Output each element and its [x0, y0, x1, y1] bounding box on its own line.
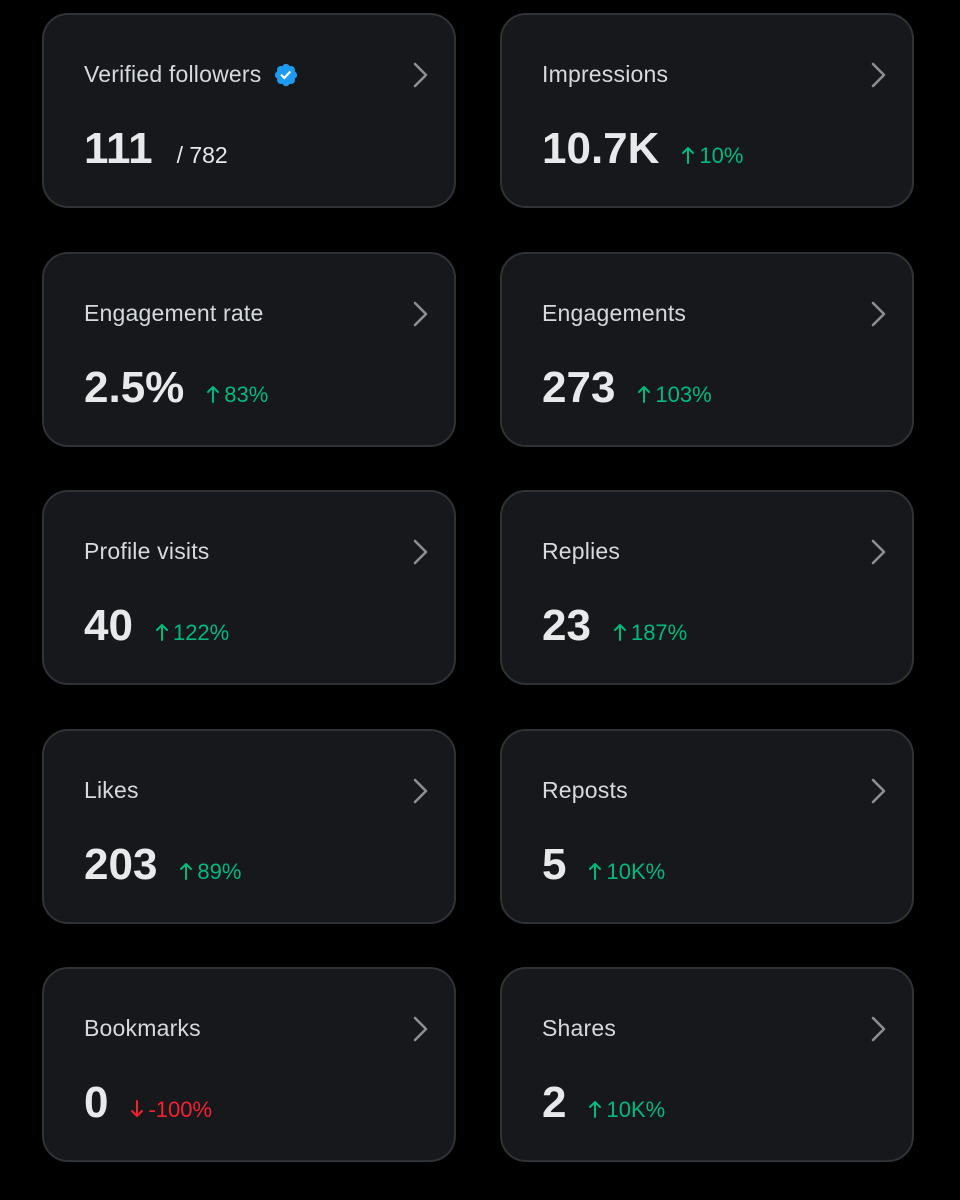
card-title: Likes — [84, 777, 139, 804]
metric-value: 40 — [84, 601, 133, 650]
card-title: Bookmarks — [84, 1015, 201, 1042]
metric-change: 10K% — [588, 1097, 665, 1123]
card-engagements[interactable]: Engagements 273 103% — [500, 252, 914, 447]
metric-change: 103% — [637, 382, 712, 408]
card-label: Engagement rate — [84, 300, 264, 326]
value-row: 10.7K 10% — [542, 127, 743, 171]
card-title: Engagement rate — [84, 300, 263, 327]
analytics-grid: Verified followers 111 / 782 Impressions… — [0, 0, 960, 1200]
arrow-down-icon — [131, 1100, 144, 1117]
card-label: Replies — [542, 538, 621, 564]
arrow-up-icon — [155, 624, 168, 641]
change-percent: 10K% — [606, 859, 666, 884]
card-likes[interactable]: Likes 203 89% — [42, 729, 456, 924]
card-label: Likes — [84, 777, 139, 803]
card-engagement-rate[interactable]: Engagement rate 2.5% 83% — [42, 252, 456, 447]
arrow-up-icon — [589, 863, 602, 880]
value-row: 111 / 782 — [84, 127, 228, 171]
metric-value: 203 — [84, 840, 158, 889]
value-row: 23 187% — [542, 604, 687, 648]
chevron-right-icon[interactable] — [410, 775, 432, 807]
change-percent: 122% — [172, 620, 230, 645]
metric-change: 10K% — [588, 859, 665, 885]
card-label: Reposts — [542, 777, 628, 803]
value-row: 273 103% — [542, 366, 712, 410]
card-label: Impressions — [542, 61, 669, 87]
change-percent: -100% — [148, 1097, 213, 1122]
card-label: Verified followers — [84, 61, 262, 87]
metric-change: 122% — [155, 620, 229, 646]
card-title: Shares — [542, 1015, 616, 1042]
card-label: Engagements — [542, 300, 687, 326]
chevron-right-icon[interactable] — [410, 1013, 432, 1045]
change-percent: 89% — [197, 859, 242, 884]
arrow-up-icon — [180, 863, 193, 880]
metric-change: 83% — [206, 382, 268, 408]
card-title: Profile visits — [84, 538, 210, 565]
change-percent: 83% — [224, 382, 269, 407]
metric-value: 111 — [84, 124, 153, 173]
chevron-right-icon[interactable] — [410, 59, 432, 91]
card-label: Shares — [542, 1015, 617, 1041]
metric-value: 5 — [542, 840, 567, 889]
chevron-right-icon[interactable] — [868, 775, 890, 807]
metric-change: -100% — [130, 1097, 212, 1123]
card-title: Reposts — [542, 777, 628, 804]
card-bookmarks[interactable]: Bookmarks 0 -100% — [42, 967, 456, 1162]
card-label: Profile visits — [84, 538, 210, 564]
chevron-right-icon[interactable] — [410, 298, 432, 330]
value-row: 5 10K% — [542, 843, 665, 887]
card-title: Impressions — [542, 61, 668, 88]
card-title: Replies — [542, 538, 620, 565]
card-shares[interactable]: Shares 2 10K% — [500, 967, 914, 1162]
chevron-right-icon[interactable] — [410, 536, 432, 568]
chevron-right-icon[interactable] — [868, 298, 890, 330]
value-row: 2.5% 83% — [84, 366, 268, 410]
value-row: 40 122% — [84, 604, 229, 648]
card-reposts[interactable]: Reposts 5 10K% — [500, 729, 914, 924]
change-percent: 10% — [699, 143, 744, 168]
chevron-right-icon[interactable] — [868, 59, 890, 91]
value-row: 2 10K% — [542, 1081, 665, 1125]
card-profile-visits[interactable]: Profile visits 40 122% — [42, 490, 456, 685]
arrow-up-icon — [207, 386, 220, 403]
card-title: Verified followers — [84, 61, 299, 88]
change-percent: 10K% — [606, 1097, 666, 1122]
metric-change: 187% — [613, 620, 687, 646]
value-row: 0 -100% — [84, 1081, 212, 1125]
card-impressions[interactable]: Impressions 10.7K 10% — [500, 13, 914, 208]
metric-change: 10% — [681, 143, 743, 169]
value-row: 203 89% — [84, 843, 241, 887]
metric-value: 2 — [542, 1078, 567, 1127]
metric-value: 23 — [542, 601, 591, 650]
change-percent: 187% — [630, 620, 688, 645]
arrow-up-icon — [589, 1101, 602, 1118]
arrow-up-icon — [613, 624, 626, 641]
card-verified-followers[interactable]: Verified followers 111 / 782 — [42, 13, 456, 208]
arrow-up-icon — [638, 386, 651, 403]
verified-badge-icon — [275, 63, 298, 86]
metric-denominator: / 782 — [176, 142, 228, 168]
card-title: Engagements — [542, 300, 686, 327]
card-replies[interactable]: Replies 23 187% — [500, 490, 914, 685]
chevron-right-icon[interactable] — [868, 536, 890, 568]
card-label: Bookmarks — [84, 1015, 201, 1041]
metric-value: 0 — [84, 1078, 109, 1127]
arrow-up-icon — [682, 147, 695, 164]
metric-change: 89% — [179, 859, 241, 885]
metric-value: 273 — [542, 363, 616, 412]
chevron-right-icon[interactable] — [868, 1013, 890, 1045]
metric-value: 2.5% — [84, 363, 185, 412]
metric-value: 10.7K — [542, 124, 660, 173]
change-percent: 103% — [655, 382, 712, 407]
